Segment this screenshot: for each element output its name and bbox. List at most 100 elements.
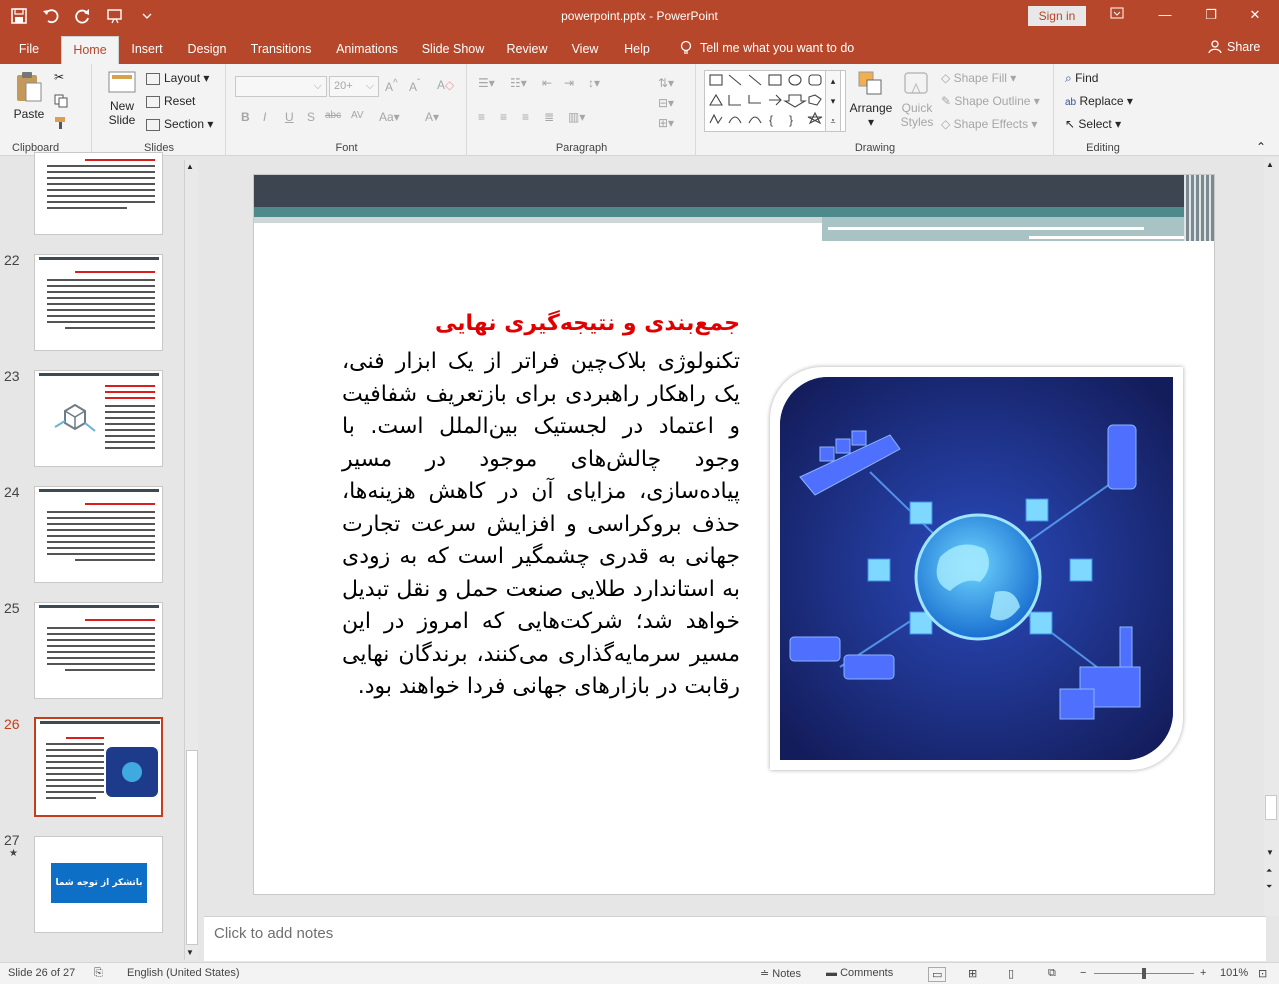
arrange-icon <box>858 71 882 95</box>
tab-view[interactable]: View <box>566 36 604 64</box>
spelling-check-icon[interactable]: ⎘ <box>94 967 103 980</box>
tab-transitions[interactable]: Transitions <box>246 36 316 64</box>
strikethrough-icon[interactable]: abc <box>325 110 341 121</box>
quick-styles-button[interactable]: Quick Styles <box>897 70 937 129</box>
arrange-button[interactable]: Arrange ▾ <box>849 70 893 129</box>
normal-view-icon[interactable]: ▭ <box>928 967 947 982</box>
scrollbar-thumb[interactable] <box>1265 795 1277 820</box>
close-icon[interactable]: ✕ <box>1240 5 1270 25</box>
minimize-icon[interactable]: — <box>1150 5 1180 25</box>
scroll-up-icon[interactable]: ▲ <box>186 162 194 171</box>
zoom-in-icon[interactable]: + <box>1200 967 1206 979</box>
clear-formatting-icon[interactable]: A◇ <box>437 78 454 92</box>
reset-button[interactable]: Reset <box>146 94 195 108</box>
thumbnail-slide-24[interactable] <box>34 486 163 583</box>
language-status[interactable]: English (United States) <box>127 967 240 979</box>
thumbnail-slide-23[interactable] <box>34 370 163 467</box>
thumbnail-slide-21[interactable] <box>34 152 163 235</box>
share-button[interactable]: Share <box>1208 40 1260 54</box>
slide-scrollbar[interactable]: ▲ ▼ ⏶ ⏷ <box>1264 158 1279 916</box>
slide-sorter-icon[interactable]: ⊞ <box>968 967 977 980</box>
previous-slide-icon[interactable]: ⏶ <box>1266 866 1272 876</box>
notes-pane[interactable]: Click to add notes <box>204 916 1266 961</box>
underline-icon[interactable]: U <box>285 110 294 124</box>
thumbnail-slide-27[interactable]: باتشکر از توجه شما <box>34 836 163 933</box>
fit-to-window-icon[interactable]: ⊡ <box>1258 967 1267 980</box>
shapes-more-button[interactable]: ▴ ▾ ⩡ <box>825 70 841 132</box>
font-color-icon[interactable]: A▾ <box>425 110 439 124</box>
replace-button[interactable]: ab Replace ▾ <box>1065 94 1133 108</box>
restore-icon[interactable]: ❐ <box>1196 5 1226 25</box>
slide-heading[interactable]: جمع‌بندی و نتیجه‌گیری نهایی <box>344 311 740 336</box>
decrease-indent-icon[interactable]: ⇤ <box>542 76 552 90</box>
thumbnails-scrollbar[interactable]: ▲ ▼ <box>184 160 198 960</box>
copy-icon[interactable] <box>54 94 68 111</box>
editing-group: ⌕ Find ab Replace ▾ ↖ Select ▾ Editing <box>1055 64 1151 156</box>
columns-icon[interactable]: ▥▾ <box>568 110 585 124</box>
layout-icon <box>146 72 160 85</box>
shadow-icon[interactable]: S <box>307 110 315 124</box>
grow-font-icon[interactable]: A^ <box>385 78 398 94</box>
select-button[interactable]: ↖ Select ▾ <box>1065 117 1121 131</box>
tab-insert[interactable]: Insert <box>124 36 170 64</box>
next-slide-icon[interactable]: ⏷ <box>1266 882 1272 892</box>
bullets-icon[interactable]: ☰▾ <box>478 76 495 90</box>
layout-button[interactable]: Layout ▾ <box>146 71 209 85</box>
shape-outline-button[interactable]: ✎ Shape Outline ▾ <box>941 94 1040 108</box>
shape-fill-button[interactable]: ◇ Shape Fill ▾ <box>941 71 1016 85</box>
editing-label: Editing <box>1086 142 1120 154</box>
align-center-icon[interactable]: ≡ <box>500 110 507 124</box>
change-case-icon[interactable]: Aa▾ <box>379 110 400 124</box>
find-button[interactable]: ⌕ Find <box>1065 71 1098 86</box>
align-left-icon[interactable]: ≡ <box>478 110 485 124</box>
paste-button[interactable]: Paste <box>12 70 46 121</box>
numbering-icon[interactable]: ☷▾ <box>510 76 527 90</box>
character-spacing-icon[interactable]: AV <box>351 110 364 121</box>
slide-show-icon[interactable]: ⧉ <box>1048 967 1056 980</box>
tab-slide-show[interactable]: Slide Show <box>418 36 488 64</box>
zoom-slider-thumb[interactable] <box>1142 968 1146 979</box>
italic-icon[interactable]: I <box>263 110 266 124</box>
zoom-level[interactable]: 101% <box>1220 967 1248 979</box>
tell-me-search[interactable]: Tell me what you want to do <box>680 40 854 56</box>
thumbnail-slide-22[interactable] <box>34 254 163 351</box>
tab-home[interactable]: Home <box>61 36 119 64</box>
tab-animations[interactable]: Animations <box>330 36 404 64</box>
justify-icon[interactable]: ≣ <box>544 110 554 124</box>
shape-effects-button[interactable]: ◇ Shape Effects ▾ <box>941 117 1037 131</box>
font-size-combo[interactable]: 20+ ⌵ <box>329 76 379 97</box>
scrollbar-thumb[interactable] <box>186 750 198 945</box>
align-text-icon[interactable]: ⊟▾ <box>658 96 674 110</box>
text-direction-icon[interactable]: ⇅▾ <box>658 76 674 90</box>
increase-indent-icon[interactable]: ⇥ <box>564 76 574 90</box>
scroll-up-icon[interactable]: ▲ <box>1266 160 1274 169</box>
scroll-down-icon[interactable]: ▼ <box>186 948 194 957</box>
sign-in-button[interactable]: Sign in <box>1028 6 1086 26</box>
slide-canvas[interactable]: جمع‌بندی و نتیجه‌گیری نهایی تکنولوژی بلا… <box>253 174 1215 895</box>
slide-body-text[interactable]: تکنولوژی بلاک‌چین فراتر از یک ابزار فنی،… <box>342 346 740 704</box>
ribbon-display-options-icon[interactable] <box>1102 5 1132 25</box>
smartart-icon[interactable]: ⊞▾ <box>658 116 674 130</box>
line-spacing-icon[interactable]: ↕▾ <box>588 76 600 90</box>
section-button[interactable]: Section ▾ <box>146 117 213 131</box>
notes-toggle[interactable]: ≐ Notes <box>760 967 801 980</box>
tab-review[interactable]: Review <box>502 36 552 64</box>
bold-icon[interactable]: B <box>241 110 250 124</box>
thumbnail-slide-26[interactable] <box>34 717 163 817</box>
shrink-font-icon[interactable]: Aˇ <box>409 78 420 94</box>
collapse-ribbon-icon[interactable]: ⌃ <box>1256 140 1266 154</box>
align-right-icon[interactable]: ≡ <box>522 110 529 124</box>
tab-design[interactable]: Design <box>182 36 232 64</box>
font-family-combo[interactable]: ⌵ <box>235 76 327 97</box>
cut-icon[interactable]: ✂ <box>54 70 64 84</box>
thumbnail-slide-25[interactable] <box>34 602 163 699</box>
new-slide-button[interactable]: New Slide <box>103 70 141 127</box>
zoom-out-icon[interactable]: − <box>1080 967 1086 979</box>
scroll-down-icon[interactable]: ▼ <box>1266 848 1274 857</box>
tab-help[interactable]: Help <box>618 36 656 64</box>
comments-toggle[interactable]: ▬ Comments <box>826 967 893 979</box>
tab-file[interactable]: File <box>10 36 48 64</box>
reading-view-icon[interactable]: ▯ <box>1008 967 1014 980</box>
format-painter-icon[interactable] <box>54 116 68 133</box>
image-frame[interactable] <box>770 367 1183 770</box>
